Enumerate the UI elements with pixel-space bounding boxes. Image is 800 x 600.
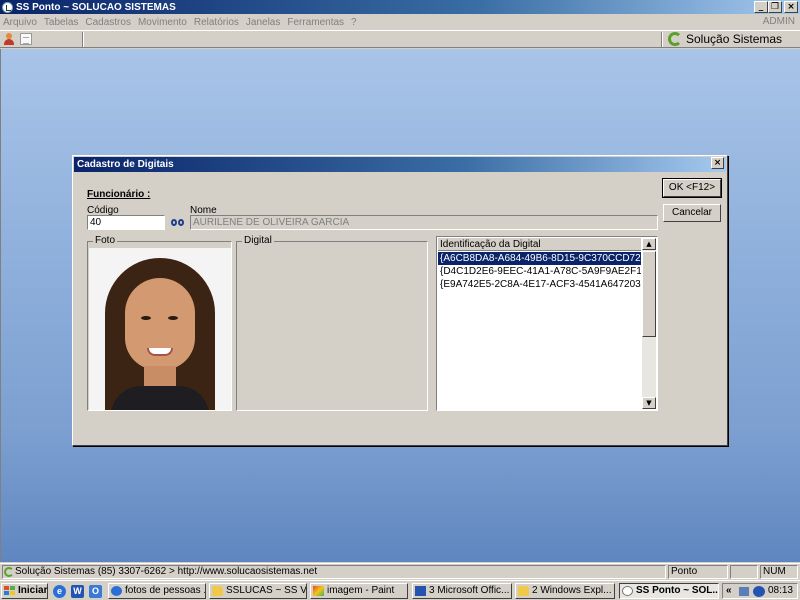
cadastro-digitais-dialog: Cadastro de Digitais × Funcionário : Cód… [72, 155, 728, 446]
taskbar-item[interactable]: 3 Microsoft Offic... [412, 583, 512, 599]
clock[interactable]: 08:13 [768, 584, 793, 598]
folder-icon [212, 586, 223, 596]
list-column-header[interactable]: Identificação da Digital [438, 238, 641, 251]
menu-bar: Arquivo Tabelas Cadastros Movimento Rela… [0, 14, 800, 30]
employee-photo [89, 248, 231, 410]
taskbar-item-label: SSLUCAS ~ SS Ve... [226, 585, 307, 596]
menu-arquivo[interactable]: Arquivo [3, 17, 37, 28]
status-empty-panel [730, 565, 758, 579]
brand-name: Solução Sistemas [686, 32, 783, 46]
scroll-thumb[interactable] [642, 251, 656, 337]
document-icon[interactable] [20, 33, 32, 45]
foto-group-label: Foto [93, 235, 118, 246]
network-icon[interactable] [739, 587, 749, 596]
paint-icon [313, 586, 324, 596]
user-icon[interactable] [3, 33, 15, 45]
app-icon [622, 586, 633, 596]
dialog-title: Cadastro de Digitais [77, 159, 174, 170]
quicklaunch-ie-icon[interactable]: e [53, 585, 66, 598]
dialog-close-button[interactable]: × [711, 157, 724, 169]
menu-cadastros[interactable]: Cadastros [85, 17, 131, 28]
menu-help[interactable]: ? [351, 17, 357, 28]
menu-janelas[interactable]: Janelas [246, 17, 280, 28]
codigo-input[interactable]: 40 [87, 215, 165, 230]
status-text: Solução Sistemas (85) 3307-6262 > http:/… [15, 566, 318, 577]
funcionario-section-label: Funcionário : [87, 189, 151, 200]
taskbar-item-label: SS Ponto ~ SOL... [636, 585, 719, 596]
start-button[interactable]: Iniciar [1, 583, 48, 599]
brand-logo-icon [668, 32, 682, 46]
taskbar-item[interactable]: fotos de pessoas ... [108, 583, 206, 599]
quicklaunch-word-icon[interactable]: W [71, 585, 84, 598]
status-module: Ponto [668, 565, 728, 579]
windows-logo-icon [4, 586, 15, 596]
start-label: Iniciar [18, 585, 48, 596]
menu-ferramentas[interactable]: Ferramentas [287, 17, 344, 28]
taskbar-item-label: 2 Windows Expl... [532, 585, 612, 596]
taskbar-item-label: 3 Microsoft Offic... [429, 585, 510, 596]
scroll-up-button[interactable]: ▲ [642, 238, 656, 250]
list-item[interactable]: {D4C1D2E6-9EEC-41A1-A78C-5A9F9AE2F187} [438, 265, 641, 278]
toolbar-separator [661, 32, 663, 47]
taskbar-item-label: fotos de pessoas ... [125, 585, 206, 596]
window-controls: _ ❐ × [754, 1, 798, 13]
current-user: ADMIN [762, 16, 795, 27]
taskbar-item[interactable]: imagem - Paint [310, 583, 408, 599]
taskbar-item[interactable]: 2 Windows Expl... [515, 583, 615, 599]
list-item[interactable]: {E9A742E5-2C8A-4E17-ACF3-4541A647203A} [438, 278, 641, 291]
window-titlebar: SS Ponto ~ SOLUCAO SISTEMAS _ ❐ × [0, 0, 800, 14]
list-scrollbar[interactable]: ▲ ▼ [642, 238, 656, 409]
minimize-button[interactable]: _ [754, 1, 768, 13]
app-icon [2, 1, 13, 13]
digital-id-listbox[interactable]: Identificação da Digital {A6CB8DA8-A684-… [436, 236, 658, 411]
taskbar-item[interactable]: SSLUCAS ~ SS Ve... [209, 583, 307, 599]
menu-tabelas[interactable]: Tabelas [44, 17, 78, 28]
tray-expand-chevron-icon[interactable]: « [726, 584, 732, 598]
window-title: SS Ponto ~ SOLUCAO SISTEMAS [16, 1, 176, 13]
ok-button[interactable]: OK <F12> [662, 178, 722, 198]
taskbar: Iniciar e W O fotos de pessoas ... SSLUC… [0, 580, 800, 600]
system-tray: « 08:13 [722, 583, 798, 599]
status-text-panel: Solução Sistemas (85) 3307-6262 > http:/… [2, 565, 666, 579]
quicklaunch-outlook-icon[interactable]: O [89, 585, 102, 598]
dialog-titlebar: Cadastro de Digitais [74, 157, 726, 172]
nome-field: AURILENE DE OLIVEIRA GARCIA [190, 215, 658, 230]
cancel-button[interactable]: Cancelar [663, 204, 721, 222]
scroll-down-button[interactable]: ▼ [642, 397, 656, 409]
folder-icon [518, 586, 529, 596]
status-numlock: NUM [760, 565, 798, 579]
close-button[interactable]: × [784, 1, 798, 13]
list-item[interactable]: {A6CB8DA8-A684-49B6-8D15-9C370CCD7237} [438, 252, 641, 265]
ie-icon [111, 586, 122, 596]
list-items: {A6CB8DA8-A684-49B6-8D15-9C370CCD7237} {… [438, 252, 641, 291]
status-bar: Solução Sistemas (85) 3307-6262 > http:/… [0, 563, 800, 579]
foto-group: Foto [87, 235, 232, 411]
toolbar-separator [82, 32, 84, 47]
menu-movimento[interactable]: Movimento [138, 17, 187, 28]
brand-logo-icon [4, 567, 14, 577]
menu-relatorios[interactable]: Relatórios [194, 17, 239, 28]
toolbar: Solução Sistemas [0, 30, 800, 48]
language-icon[interactable] [753, 586, 765, 597]
word-icon [415, 586, 426, 596]
binoculars-search-icon[interactable] [171, 216, 185, 228]
maximize-button[interactable]: ❐ [768, 1, 782, 13]
brand: Solução Sistemas [668, 32, 782, 46]
taskbar-item-active[interactable]: SS Ponto ~ SOL... [619, 583, 719, 599]
taskbar-item-label: imagem - Paint [327, 585, 395, 596]
digital-group-label: Digital [242, 235, 274, 246]
digital-group: Digital [236, 235, 428, 411]
